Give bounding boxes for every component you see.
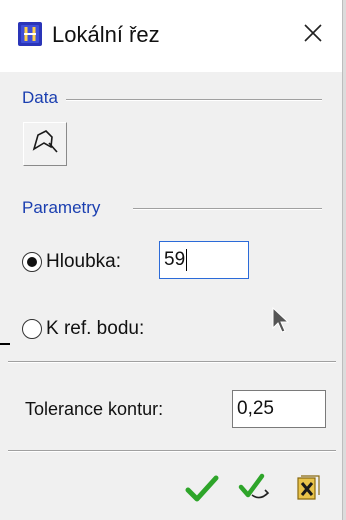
ref-point-radio-option[interactable]: K ref. bodu: <box>22 318 144 340</box>
ref-point-label: K ref. bodu: <box>46 318 145 339</box>
footer-divider <box>8 450 336 452</box>
close-button[interactable] <box>294 16 332 54</box>
tolerance-label: Tolerance kontur: <box>25 399 164 419</box>
window-title: Lokální řez <box>52 22 160 47</box>
app-icon <box>17 21 43 47</box>
apply-button[interactable] <box>237 473 273 507</box>
cancel-button[interactable] <box>290 473 326 507</box>
cancel-icon <box>293 473 323 508</box>
data-section-label: Data <box>22 88 58 107</box>
depth-label: Hloubka: <box>46 251 121 272</box>
checkmark-apply-icon <box>238 473 272 508</box>
checkmark-icon <box>185 473 219 508</box>
tolerance-input[interactable]: 0,25 <box>232 390 326 428</box>
select-boundary-button[interactable] <box>23 122 67 166</box>
data-section-divider <box>66 99 322 101</box>
mouse-pointer-icon <box>271 306 291 339</box>
ok-button[interactable] <box>184 473 220 507</box>
depth-radio-button[interactable] <box>22 252 42 272</box>
edge-marker <box>0 343 10 345</box>
local-section-dialog: Lokální řez Data Parametry Hloubka: 59 K… <box>0 0 343 520</box>
depth-radio-option[interactable]: Hloubka: <box>22 251 121 273</box>
parameters-divider <box>8 361 336 363</box>
title-bar: Lokální řez <box>0 0 342 72</box>
ref-point-radio-button[interactable] <box>22 319 42 339</box>
select-boundary-icon <box>30 127 60 162</box>
parameters-section-label: Parametry <box>22 198 101 217</box>
parameters-section-divider <box>133 208 322 210</box>
depth-input[interactable]: 59 <box>159 241 249 279</box>
close-icon <box>303 23 323 48</box>
